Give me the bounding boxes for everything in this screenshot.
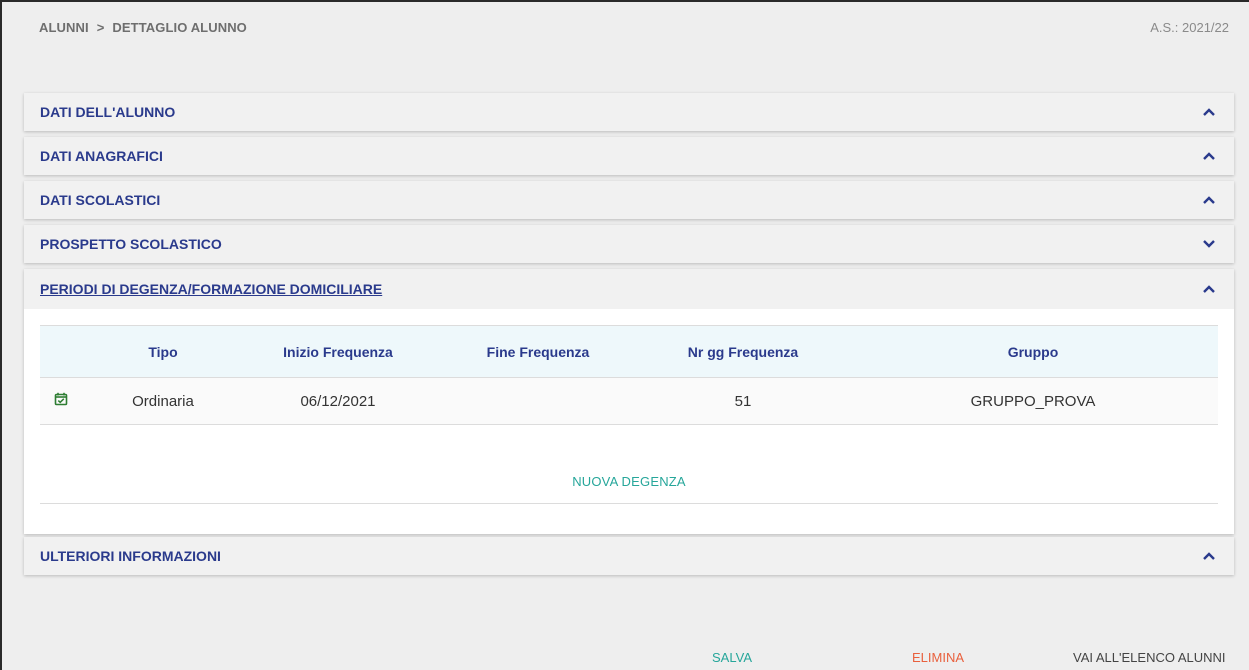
cell-tipo: Ordinaria <box>88 377 238 425</box>
school-year-label: A.S.: 2021/22 <box>1150 20 1229 35</box>
section-header-dati-scolastici[interactable]: DATI SCOLASTICI <box>24 181 1234 219</box>
save-button[interactable]: SALVA <box>712 650 752 665</box>
section-ulteriori-informazioni: ULTERIORI INFORMAZIONI <box>24 537 1234 575</box>
cell-gruppo: GRUPPO_PROVA <box>848 377 1218 425</box>
section-title: DATI SCOLASTICI <box>40 192 161 208</box>
chevron-up-icon[interactable] <box>1202 151 1216 161</box>
section-header-ulteriori-informazioni[interactable]: ULTERIORI INFORMAZIONI <box>24 537 1234 575</box>
degenza-table: Tipo Inizio Frequenza Fine Frequenza Nr … <box>40 325 1218 425</box>
column-header-fine: Fine Frequenza <box>438 325 638 378</box>
chevron-up-icon[interactable] <box>1202 107 1216 117</box>
column-header-tipo: Tipo <box>88 325 238 378</box>
section-title: DATI ANAGRAFICI <box>40 148 163 164</box>
column-header-gruppo: Gruppo <box>848 325 1218 378</box>
breadcrumb: ALUNNI > DETTAGLIO ALUNNO <box>39 20 247 35</box>
new-degenza-button[interactable]: NUOVA DEGENZA <box>572 474 686 489</box>
chevron-up-icon[interactable] <box>1202 551 1216 561</box>
table-row: Ordinaria 06/12/2021 51 GRUPPO_PROVA <box>40 377 1218 425</box>
chevron-down-icon[interactable] <box>1202 239 1216 249</box>
column-header-icon <box>40 325 88 378</box>
cell-nr-gg-frequenza: 51 <box>638 377 848 425</box>
section-dati-alunno: DATI DELL'ALUNNO <box>24 93 1234 131</box>
degenza-panel-body: Tipo Inizio Frequenza Fine Frequenza Nr … <box>24 309 1234 534</box>
cell-inizio-frequenza: 06/12/2021 <box>238 377 438 425</box>
row-action-cell <box>40 377 88 425</box>
breadcrumb-parent[interactable]: ALUNNI <box>39 20 89 35</box>
go-to-student-list-button[interactable]: VAI ALL'ELENCO ALUNNI <box>1073 650 1226 665</box>
section-title: DATI DELL'ALUNNO <box>40 104 176 120</box>
table-header-row: Tipo Inizio Frequenza Fine Frequenza Nr … <box>40 325 1218 378</box>
chevron-up-icon[interactable] <box>1202 284 1216 294</box>
breadcrumb-current: DETTAGLIO ALUNNO <box>112 20 247 35</box>
section-header-dati-alunno[interactable]: DATI DELL'ALUNNO <box>24 93 1234 131</box>
breadcrumb-separator: > <box>96 20 105 35</box>
section-prospetto-scolastico: PROSPETTO SCOLASTICO <box>24 225 1234 263</box>
column-header-inizio: Inizio Frequenza <box>238 325 438 378</box>
cell-fine-frequenza <box>438 377 638 425</box>
section-dati-scolastici: DATI SCOLASTICI <box>24 181 1234 219</box>
delete-button[interactable]: ELIMINA <box>912 650 964 665</box>
section-header-prospetto-scolastico[interactable]: PROSPETTO SCOLASTICO <box>24 225 1234 263</box>
calendar-check-icon[interactable] <box>54 392 68 406</box>
section-title: ULTERIORI INFORMAZIONI <box>40 548 221 564</box>
app-frame: ALUNNI > DETTAGLIO ALUNNO A.S.: 2021/22 DA… <box>0 0 1249 670</box>
section-header-periodi-degenza[interactable]: PERIODI DI DEGENZA/FORMAZIONE DOMICILIAR… <box>24 269 1234 309</box>
section-title: PROSPETTO SCOLASTICO <box>40 236 222 252</box>
section-periodi-degenza: PERIODI DI DEGENZA/FORMAZIONE DOMICILIAR… <box>24 269 1234 534</box>
section-title: PERIODI DI DEGENZA/FORMAZIONE DOMICILIAR… <box>40 281 383 297</box>
column-header-nr-gg: Nr gg Frequenza <box>638 325 848 378</box>
new-degenza-row: NUOVA DEGENZA <box>40 473 1218 504</box>
section-dati-anagrafici: DATI ANAGRAFICI <box>24 137 1234 175</box>
chevron-up-icon[interactable] <box>1202 195 1216 205</box>
section-header-dati-anagrafici[interactable]: DATI ANAGRAFICI <box>24 137 1234 175</box>
